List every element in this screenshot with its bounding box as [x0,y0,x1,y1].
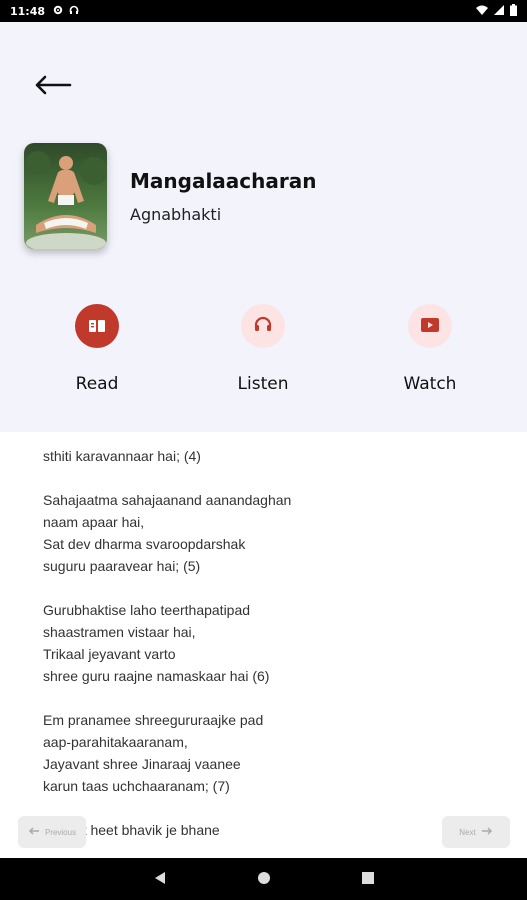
battery-icon [510,3,517,19]
signal-icon [494,4,504,18]
back-button[interactable] [30,72,76,102]
next-label: Next [459,827,476,837]
listen-label: Listen [237,374,289,394]
page-title: Mangalaacharan [130,169,317,193]
watch-label: Watch [403,374,457,394]
arrow-right-icon [481,827,493,837]
lyric-line: karun taas uchchaaranam; (7) [43,778,230,794]
listen-icon-circle [241,304,285,348]
listen-button[interactable]: Listen [203,304,323,394]
next-button[interactable]: Next [442,816,510,848]
lyric-line: Jayavant shree Jinaraaj vaanee [43,756,241,772]
watch-button[interactable]: Watch [370,304,490,394]
read-label: Read [75,374,119,394]
lyric-line: sthiti karavannaar hai; (4) [43,448,201,464]
previous-button[interactable]: Previous [18,816,86,848]
system-nav-bar [0,858,527,900]
stanza: Sahajaatma sahajaanand aanandaghan naam … [43,489,291,577]
headset-icon [69,5,79,18]
cover-image [24,143,107,249]
read-button[interactable]: Read [37,304,157,394]
lyric-line: naam apaar hai, [43,514,145,530]
arrow-left-icon [34,75,72,99]
home-circle-icon[interactable] [257,870,271,889]
read-icon-circle [75,304,119,348]
lyric-line: Gurubhaktise laho teerthapatipad [43,602,251,618]
arrow-left-icon [28,827,40,837]
wifi-icon [476,5,488,18]
back-triangle-icon[interactable] [153,870,167,889]
headphones-icon [254,316,272,336]
lyric-line: Em pranamee shreegururaajke pad [43,712,264,728]
detail-header: Mangalaacharan Agnabhakti Read Listen Wa… [0,22,527,432]
book-icon [89,317,105,336]
lyric-line: shaastramen vistaar hai, [43,624,196,640]
video-icon [421,317,439,336]
gear-icon [53,5,63,18]
status-bar: 11:48 [0,0,527,22]
lyric-line: aap-parahitakaaranam, [43,734,188,750]
lyrics-text: sthiti karavannaar hai; (4) Sahajaatma s… [43,445,291,858]
stanza: Em pranamee shreegururaajke pad aap-para… [43,709,291,797]
lyrics-content: sthiti karavannaar hai; (4) Sahajaatma s… [0,432,527,858]
page-subtitle: Agnabhakti [130,205,222,224]
status-time: 11:48 [10,4,46,18]
lyric-line: Sat dev dharma svaroopdarshak [43,536,246,552]
watch-icon-circle [408,304,452,348]
stanza: sthiti karavannaar hai; (4) [43,445,291,467]
previous-label: Previous [44,827,77,837]
lyric-line: shree guru raajne namaskaar hai (6) [43,668,270,684]
lyric-line: Trikaal jeyavant varto [43,646,176,662]
lyric-line: Sahajaatma sahajaanand aanandaghan [43,492,292,508]
stanza: Gurubhaktise laho teerthapatipad shaastr… [43,599,291,687]
lyric-line: suguru paaravear hai; (5) [43,558,201,574]
recents-square-icon[interactable] [361,870,375,889]
